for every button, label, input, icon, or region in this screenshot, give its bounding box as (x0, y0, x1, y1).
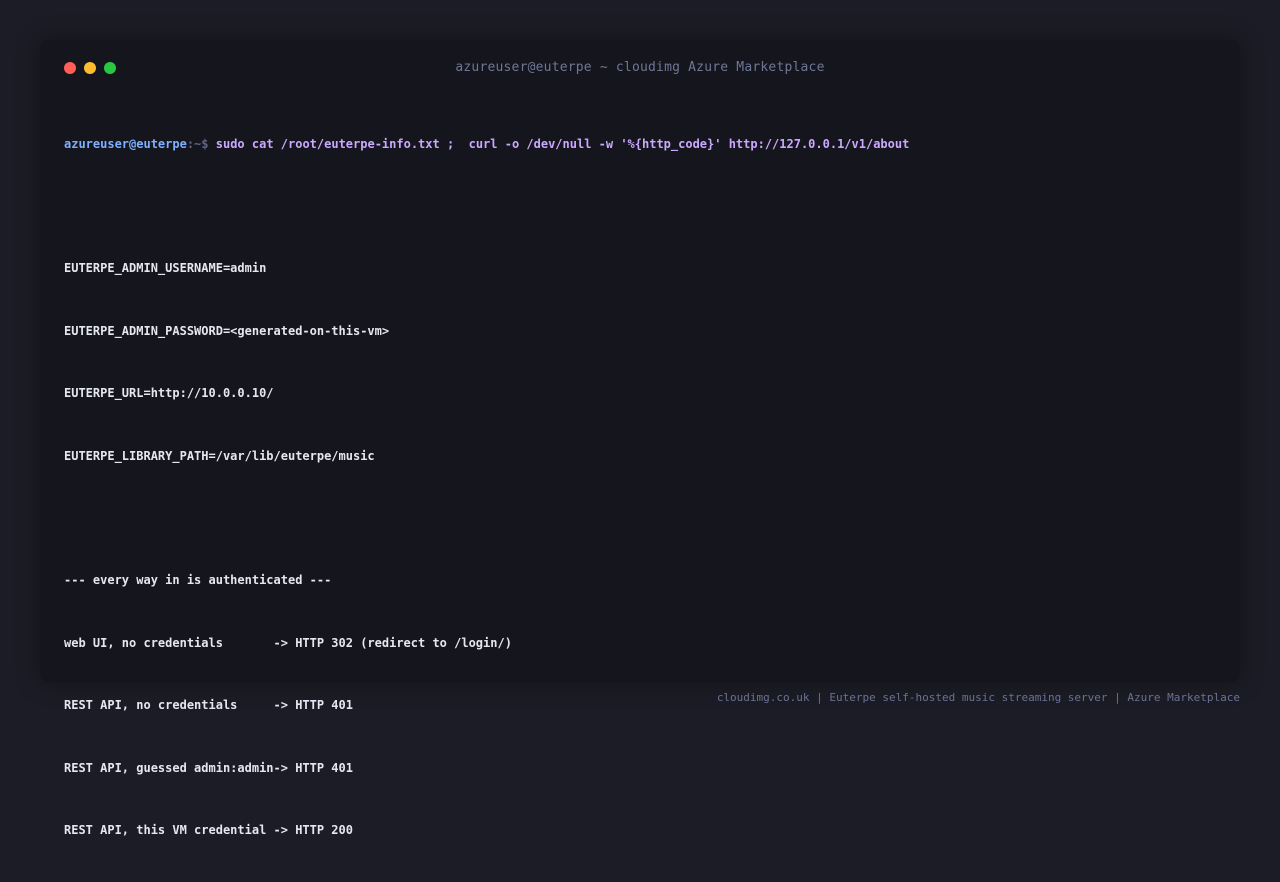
footer-caption: cloudimg.co.uk | Euterpe self-hosted mus… (716, 691, 1240, 704)
output-line: REST API, guessed admin:admin-> HTTP 401 (64, 760, 353, 775)
output-line: EUTERPE_URL=http://10.0.0.10/ (64, 386, 274, 401)
command-text: sudo cat /root/euterpe-info.txt ; curl -… (215, 136, 910, 151)
window-title: azureuser@euterpe ~ cloudimg Azure Marke… (455, 60, 825, 75)
command-line: azureuser@euterpe:~$ sudo cat /root/eute… (64, 134, 1214, 155)
title-bar: azureuser@euterpe ~ cloudimg Azure Marke… (40, 40, 1240, 96)
output-line: EUTERPE_ADMIN_USERNAME=admin (64, 261, 267, 276)
prompt-separator: :~$ (186, 136, 209, 151)
output-line: EUTERPE_LIBRARY_PATH=/var/lib/euterpe/mu… (64, 448, 375, 463)
terminal-output[interactable]: azureuser@euterpe:~$ sudo cat /root/eute… (64, 92, 1214, 882)
auth-header-line: --- every way in is authenticated --- (64, 573, 332, 588)
prompt-user: azureuser@euterpe (64, 136, 187, 151)
output-line: REST API, this VM credential -> HTTP 200 (64, 822, 353, 837)
output-line: EUTERPE_ADMIN_PASSWORD=<generated-on-thi… (64, 323, 390, 338)
terminal-window: azureuser@euterpe ~ cloudimg Azure Marke… (40, 40, 1240, 837)
output-line: web UI, no credentials -> HTTP 302 (redi… (64, 635, 512, 650)
